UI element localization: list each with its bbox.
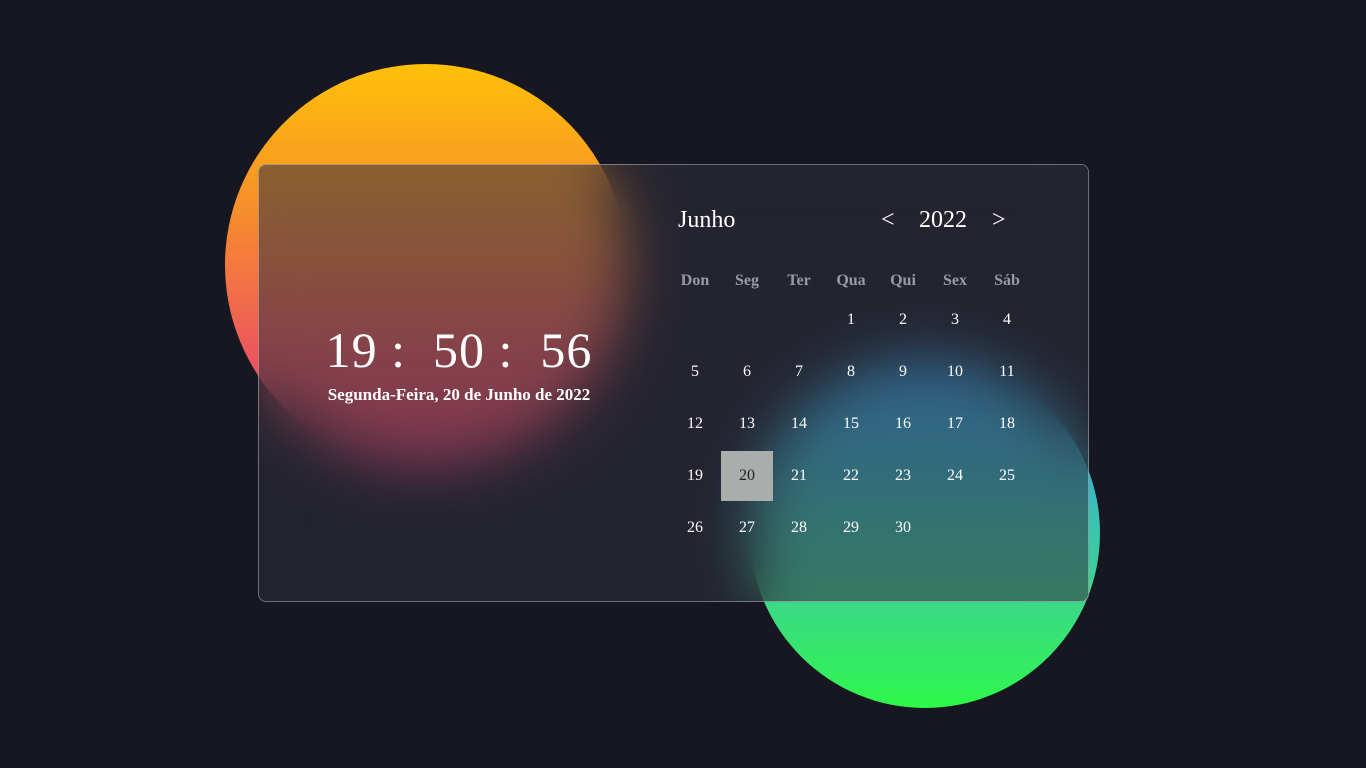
day-cell[interactable]: 18 xyxy=(981,399,1033,449)
day-cell[interactable]: 1 xyxy=(825,295,877,345)
empty-day-cell xyxy=(669,295,721,345)
empty-day-cell xyxy=(929,503,981,553)
day-cell[interactable]: 4 xyxy=(981,295,1033,345)
day-cell[interactable]: 22 xyxy=(825,451,877,501)
month-label: Junho xyxy=(678,207,736,233)
glass-card: 19 : 50 : 56 Segunda-Feira, 20 de Junho … xyxy=(258,164,1089,602)
day-cell[interactable]: 29 xyxy=(825,503,877,553)
day-cell[interactable]: 19 xyxy=(669,451,721,501)
clock-date: Segunda-Feira, 20 de Junho de 2022 xyxy=(327,385,591,404)
day-cell[interactable]: 9 xyxy=(877,347,929,397)
day-cell[interactable]: 2 xyxy=(877,295,929,345)
day-cell[interactable]: 24 xyxy=(929,451,981,501)
next-year-button[interactable]: > xyxy=(992,207,1006,234)
day-grid: 1 2 3 4 5 6 7 8 9 10 11 12 13 14 15 16 17 18 19 20 21 22 23 24 2… xyxy=(669,295,1033,555)
day-cell[interactable]: 6 xyxy=(721,347,773,397)
week-row: 1234 xyxy=(669,295,1033,347)
day-cell[interactable]: 27 xyxy=(721,503,773,553)
day-cell[interactable]: 14 xyxy=(773,399,825,449)
day-cell[interactable]: 3 xyxy=(929,295,981,345)
day-cell-today[interactable]: 20 xyxy=(721,451,773,501)
day-cell[interactable]: 5 xyxy=(669,347,721,397)
prev-year-button[interactable]: < xyxy=(881,207,895,234)
clock-panel: 19 : 50 : 56 Segunda-Feira, 20 de Junho … xyxy=(259,321,659,405)
week-row: 12 13 14 15 16 17 18 xyxy=(669,399,1033,451)
year-label: 2022 xyxy=(919,207,967,233)
day-cell[interactable]: 10 xyxy=(929,347,981,397)
day-cell[interactable]: 21 xyxy=(773,451,825,501)
day-cell[interactable]: 26 xyxy=(669,503,721,553)
empty-day-cell xyxy=(773,295,825,345)
calendar: Junho < 2022 > Don Seg Ter Qua Qui Sex Sáb 123… xyxy=(669,201,1069,536)
day-cell[interactable]: 23 xyxy=(877,451,929,501)
day-cell[interactable]: 15 xyxy=(825,399,877,449)
empty-day-cell xyxy=(981,503,1033,553)
calendar-header: Junho < 2022 > xyxy=(669,201,1069,241)
clock-time: 19 : 50 : 56 xyxy=(325,322,593,378)
week-row: 19 20 21 22 23 24 25 xyxy=(669,451,1033,503)
day-cell[interactable]: 7 xyxy=(773,347,825,397)
day-cell[interactable]: 8 xyxy=(825,347,877,397)
day-cell[interactable]: 12 xyxy=(669,399,721,449)
empty-day-cell xyxy=(721,295,773,345)
day-cell[interactable]: 16 xyxy=(877,399,929,449)
page: 19 : 50 : 56 Segunda-Feira, 20 de Junho … xyxy=(0,0,1349,768)
day-cell[interactable]: 25 xyxy=(981,451,1033,501)
week-row: 26 27 28 29 30 xyxy=(669,503,1033,555)
week-row: 5 6 7 8 9 10 11 xyxy=(669,347,1033,399)
day-cell[interactable]: 11 xyxy=(981,347,1033,397)
day-cell[interactable]: 28 xyxy=(773,503,825,553)
day-cell[interactable]: 30 xyxy=(877,503,929,553)
day-cell[interactable]: 17 xyxy=(929,399,981,449)
day-cell[interactable]: 13 xyxy=(721,399,773,449)
